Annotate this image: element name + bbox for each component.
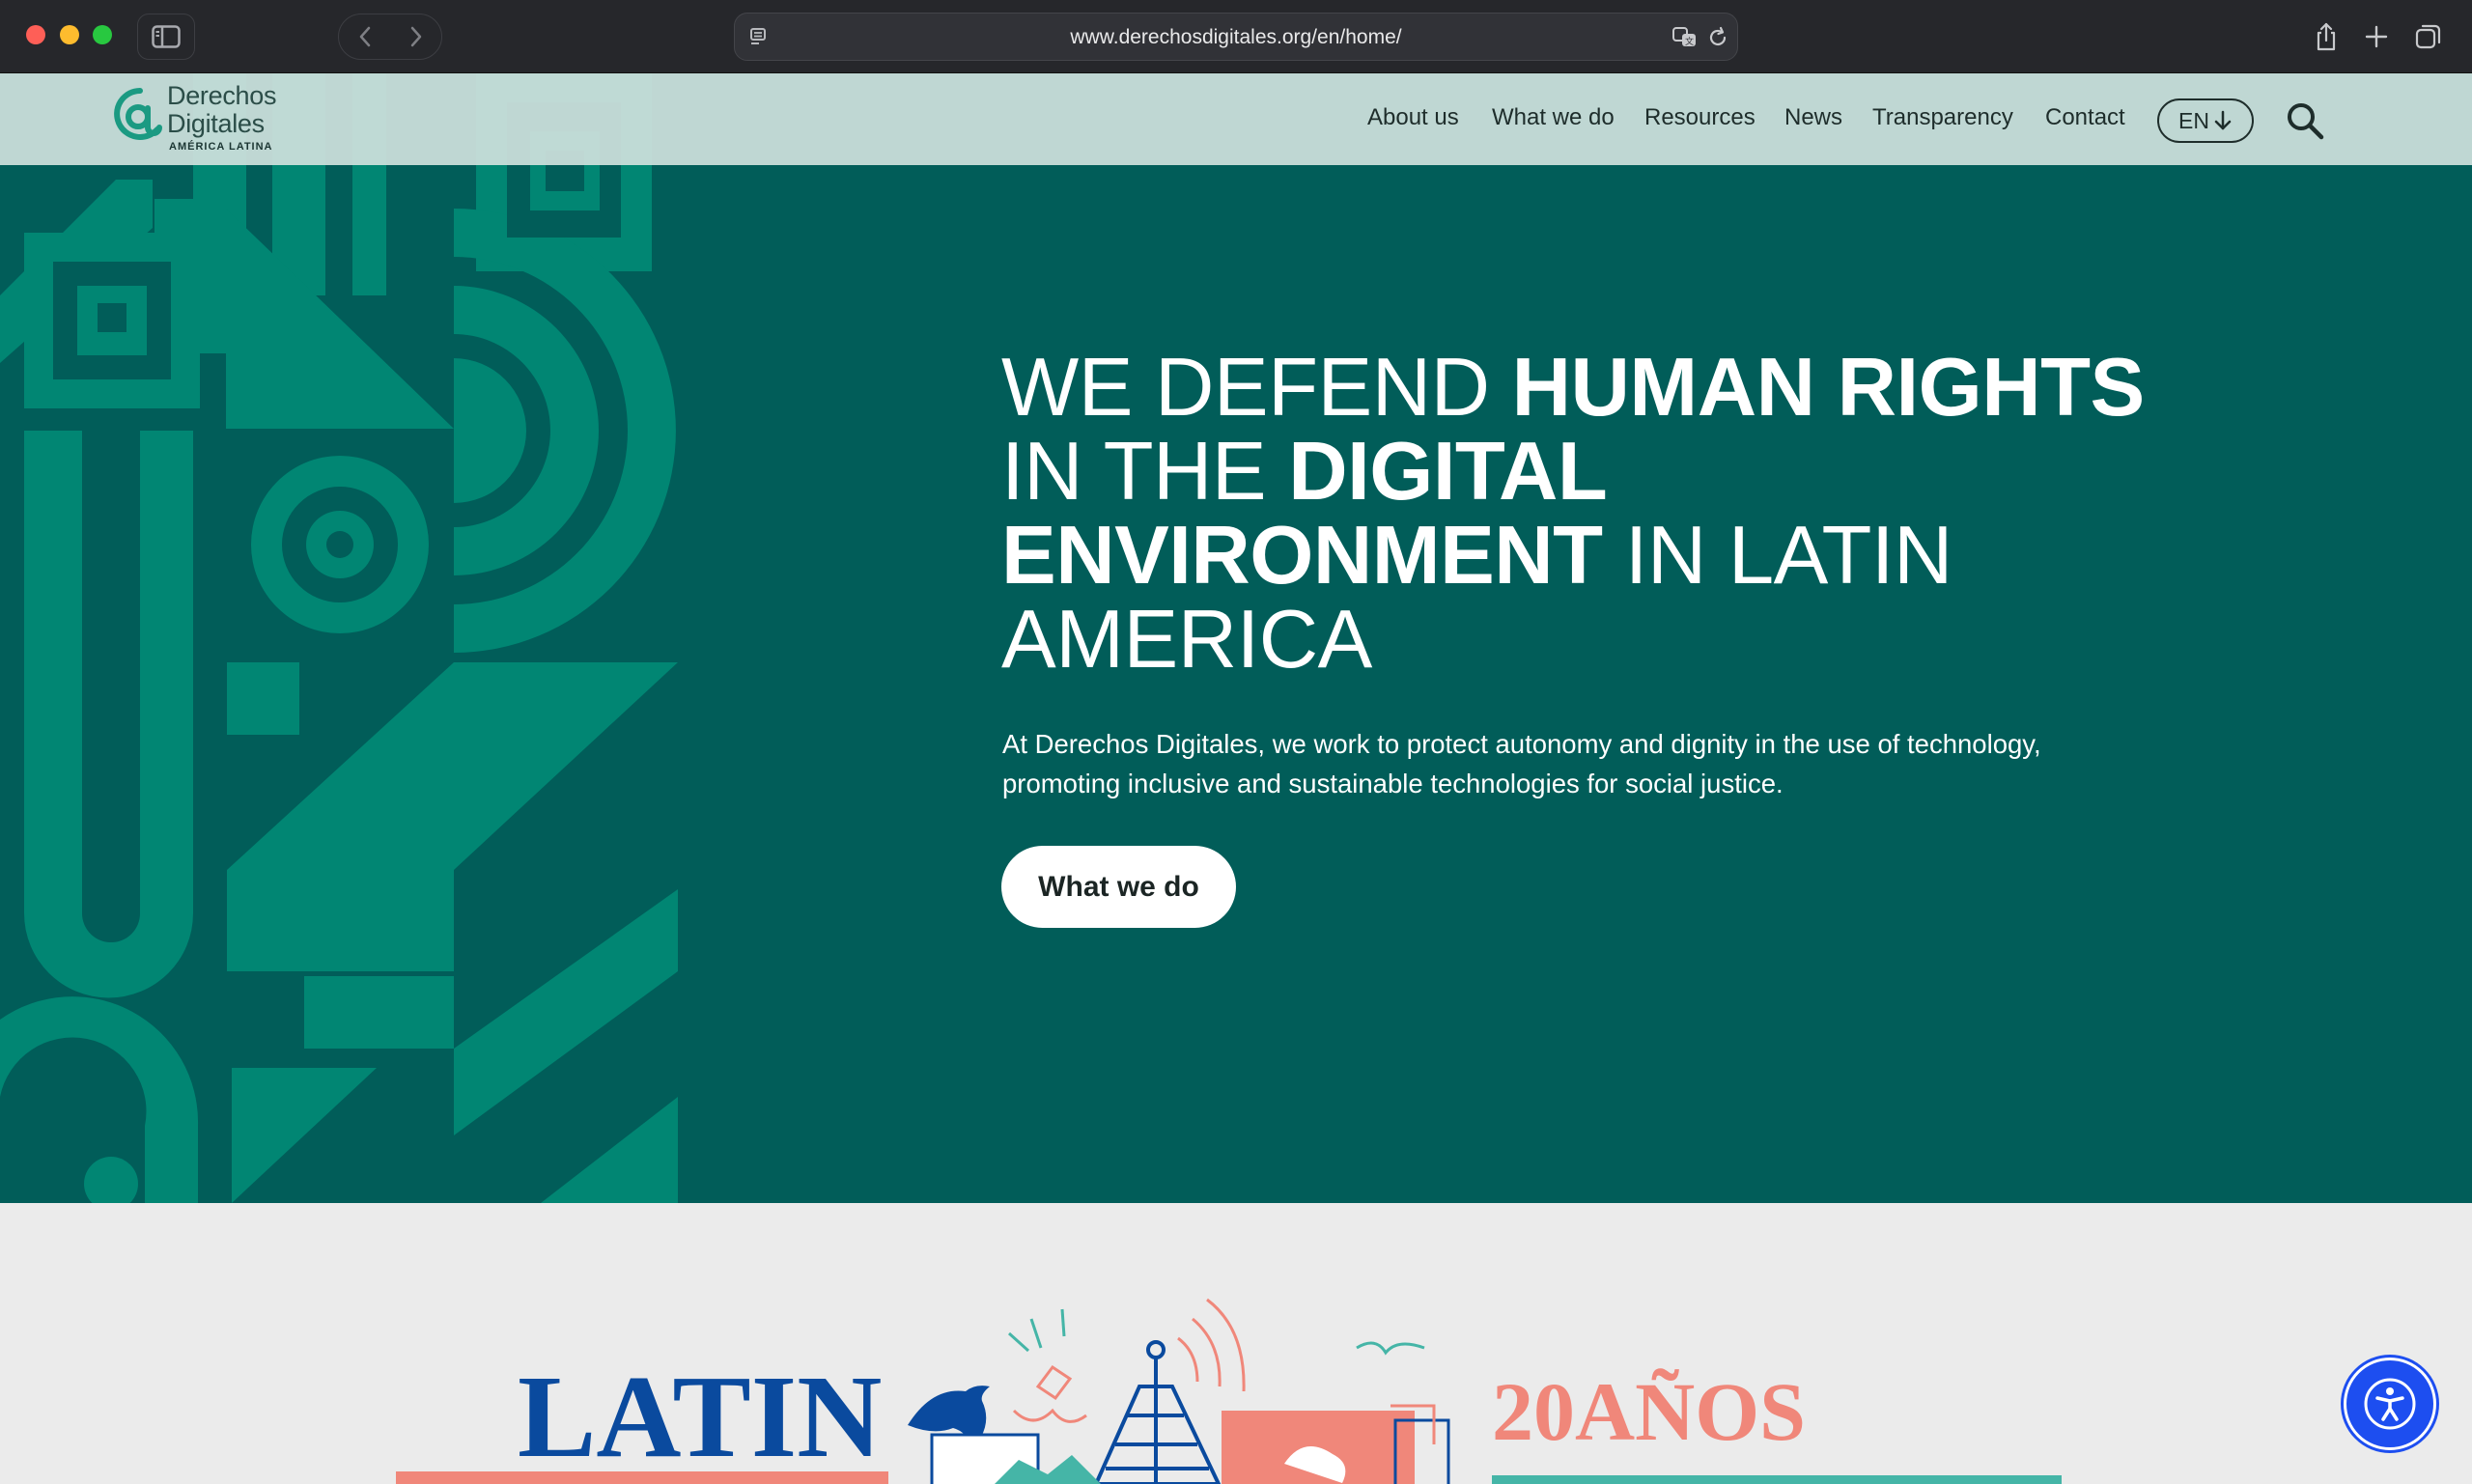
sidebar-icon	[152, 25, 181, 48]
address-bar[interactable]: www.derechosdigitales.org/en/home/ 文	[734, 13, 1738, 61]
headline-part: We defend	[1001, 342, 1512, 434]
site-logo[interactable]: Derechos Digitales AMÉRICA LATINA	[111, 83, 276, 155]
minimize-window-button[interactable]	[60, 25, 79, 44]
geometric-pattern-graphic	[0, 73, 678, 1203]
svg-text:文: 文	[1685, 36, 1694, 46]
sidebar-toggle-button[interactable]	[137, 14, 195, 60]
hero-section: We defend human rights in the digital en…	[0, 73, 2472, 1203]
what-we-do-button[interactable]: What we do	[1001, 846, 1236, 928]
logo-line-2: Digitales	[167, 109, 265, 138]
at-sign-logo-icon	[114, 88, 162, 140]
browser-toolbar: www.derechosdigitales.org/en/home/ 文	[0, 0, 2472, 73]
reload-icon[interactable]	[1705, 25, 1732, 50]
accessibility-icon	[2364, 1378, 2416, 1430]
banner-left-word: LATIN	[518, 1352, 882, 1482]
banner-right-word: 20AÑOS	[1492, 1365, 1806, 1458]
nav-resources[interactable]: Resources	[1644, 104, 1756, 131]
hero-headline: We defend human rights in the digital en…	[1001, 346, 2160, 682]
accessibility-button[interactable]	[2344, 1358, 2436, 1450]
arrow-down-icon	[2214, 110, 2232, 130]
new-tab-button[interactable]	[2353, 14, 2400, 60]
back-button[interactable]	[339, 14, 390, 59]
logo-line-1: Derechos	[167, 81, 277, 110]
zoom-window-button[interactable]	[93, 25, 112, 44]
search-icon[interactable]	[2285, 100, 2325, 141]
hero-description: At Derechos Digitales, we work to protec…	[1002, 729, 2041, 798]
chevron-right-icon	[410, 26, 421, 47]
web-page: We defend human rights in the digital en…	[0, 73, 2472, 1484]
history-navigation	[338, 14, 442, 60]
share-button[interactable]	[2303, 14, 2349, 60]
anniversary-banner[interactable]: LATIN 20AÑOS	[0, 1203, 2472, 1484]
share-icon	[2317, 22, 2336, 51]
site-header: Derechos Digitales AMÉRICA LATINA About …	[0, 73, 2472, 165]
nav-what-we-do[interactable]: What we do	[1492, 104, 1615, 131]
chevron-left-icon	[359, 26, 370, 47]
nav-contact[interactable]: Contact	[2045, 104, 2125, 131]
headline-emphasis: human rights	[1511, 342, 2146, 434]
logo-subtitle: AMÉRICA LATINA	[169, 141, 273, 153]
plus-icon	[2365, 25, 2388, 48]
language-label: EN	[2178, 107, 2209, 133]
logo-text: Derechos Digitales AMÉRICA LATINA	[167, 83, 276, 153]
url-text: www.derechosdigitales.org/en/home/	[1070, 26, 1402, 48]
nav-news[interactable]: News	[1784, 104, 1842, 131]
close-window-button[interactable]	[26, 25, 45, 44]
nav-transparency[interactable]: Transparency	[1872, 104, 2013, 131]
tab-overview-button[interactable]	[2405, 14, 2452, 60]
anniversary-illustration: LATIN 20AÑOS	[396, 1298, 2062, 1484]
forward-button[interactable]	[390, 14, 441, 59]
language-selector[interactable]: EN	[2157, 98, 2254, 143]
tabs-icon	[2415, 24, 2441, 49]
translate-icon[interactable]: 文	[1671, 25, 1699, 50]
nav-about-us[interactable]: About us	[1367, 104, 1459, 131]
headline-part: in the	[1001, 426, 1289, 518]
